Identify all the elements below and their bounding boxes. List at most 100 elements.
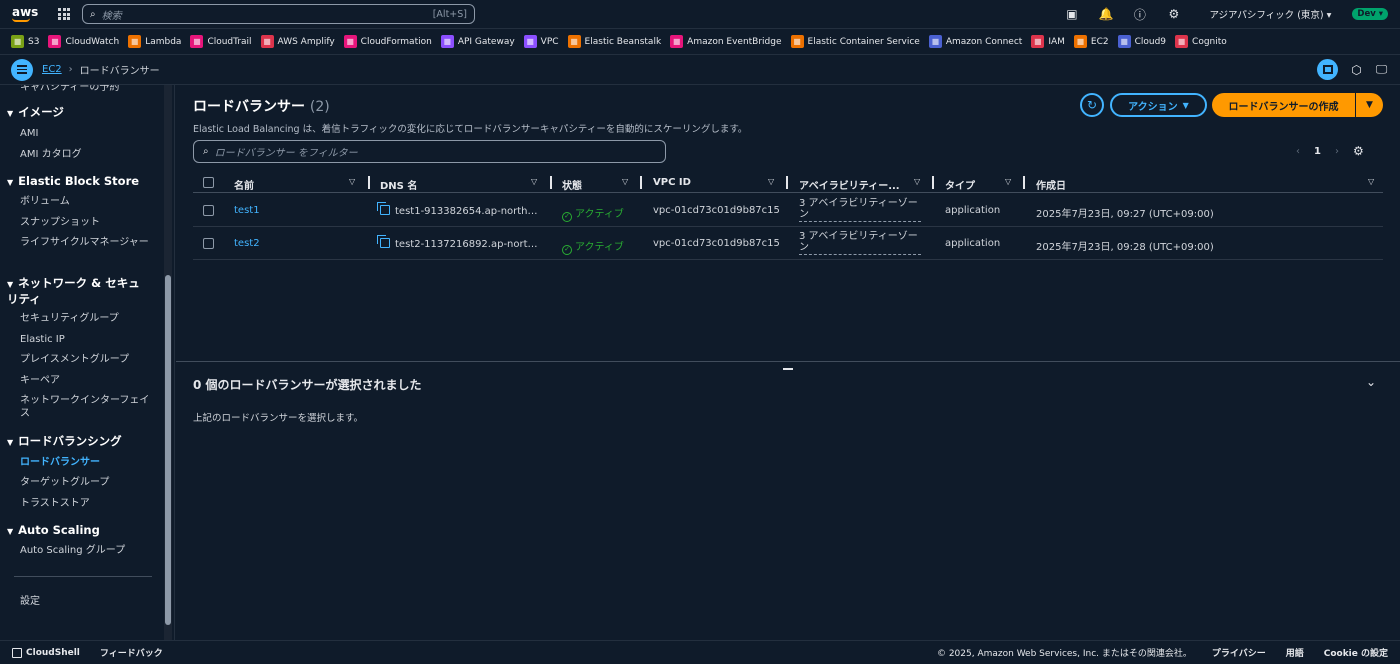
cloudshell-button[interactable]: CloudShell: [12, 647, 80, 658]
sidebar-section-header[interactable]: ▼ Elastic Block Store: [7, 174, 147, 190]
sidebar-item[interactable]: ボリューム: [20, 195, 150, 208]
sort-icon[interactable]: ▽: [531, 177, 537, 186]
favorite-ec2[interactable]: ■ EC2: [1073, 35, 1109, 48]
sidebar-section-header[interactable]: ▼ Auto Scaling: [7, 523, 147, 539]
favorite-iam[interactable]: ■ IAM: [1031, 35, 1065, 48]
favorite-elastic-beanstalk[interactable]: ■ Elastic Beanstalk: [567, 35, 661, 48]
sidebar-item[interactable]: トラストストア: [20, 497, 150, 510]
column-header-vpc[interactable]: VPC ID: [653, 177, 691, 188]
split-panel-handle[interactable]: [783, 368, 793, 370]
chevron-down-icon[interactable]: ⌄: [1366, 375, 1376, 389]
sidebar-item[interactable]: AMI カタログ: [20, 148, 150, 161]
sidebar-scrollbar[interactable]: [164, 85, 172, 640]
copy-icon[interactable]: [377, 202, 390, 215]
sort-icon[interactable]: ▽: [768, 177, 774, 186]
favorite-cloudformation[interactable]: ■ CloudFormation: [343, 35, 432, 48]
region-selector[interactable]: アジアパシフィック (東京) ▾: [1209, 7, 1331, 21]
favorite-cloud9[interactable]: ■ Cloud9: [1117, 35, 1166, 48]
select-all-checkbox[interactable]: [203, 177, 214, 188]
breadcrumb-ec2-link[interactable]: EC2: [42, 64, 62, 75]
sort-icon[interactable]: ▽: [1005, 177, 1011, 186]
sort-icon[interactable]: ▽: [349, 177, 355, 186]
favorite-vpc[interactable]: ■ VPC: [523, 35, 559, 48]
sidebar-section-header[interactable]: ▼ ネットワーク & セキュリティ: [7, 276, 147, 306]
sidebar-item[interactable]: セキュリティグループ: [20, 312, 150, 325]
row-checkbox[interactable]: [203, 238, 214, 249]
hexagon-icon[interactable]: ⬡: [1350, 63, 1363, 77]
sidebar-item[interactable]: AMI: [20, 127, 150, 140]
table-row[interactable]: test2 test2-1137216892.ap-nort… ✓ アクティブ v…: [193, 227, 1383, 260]
cloudshell-icon[interactable]: ▣: [1065, 7, 1078, 21]
cookie-settings-link[interactable]: Cookie の設定: [1324, 646, 1388, 659]
split-panel-divider[interactable]: [176, 361, 1400, 362]
bell-icon[interactable]: 🔔: [1098, 7, 1113, 21]
column-header-az[interactable]: アベイラビリティー...: [799, 177, 900, 192]
favorite-cloudwatch[interactable]: ■ CloudWatch: [48, 35, 119, 48]
actions-button[interactable]: アクション ▼: [1110, 93, 1207, 117]
sidebar-item[interactable]: 設定: [20, 595, 150, 608]
chevron-left-icon[interactable]: ‹: [1296, 146, 1300, 157]
filter-input[interactable]: ⌕ ロードバランサー をフィルター: [193, 140, 666, 163]
column-header-state[interactable]: 状態: [562, 177, 582, 192]
column-divider[interactable]: [368, 176, 370, 189]
help-icon[interactable]: ⓘ: [1133, 8, 1146, 22]
sidebar-item[interactable]: ターゲットグループ: [20, 476, 150, 489]
aws-logo[interactable]: aws: [12, 6, 38, 22]
sidebar-item[interactable]: ロードバランサー: [20, 456, 150, 469]
sort-icon[interactable]: ▽: [1368, 177, 1374, 186]
favorite-cloudtrail[interactable]: ■ CloudTrail: [190, 35, 252, 48]
sidebar-item[interactable]: Elastic IP: [20, 333, 150, 346]
create-dropdown-button[interactable]: ▼: [1356, 93, 1383, 117]
table-settings-gear-icon[interactable]: ⚙: [1353, 144, 1364, 158]
column-header-created[interactable]: 作成日: [1036, 177, 1066, 192]
sidebar-section-header[interactable]: ▼ イメージ: [7, 105, 147, 121]
refresh-button[interactable]: ↻: [1080, 93, 1104, 117]
create-load-balancer-button[interactable]: ロードバランサーの作成: [1212, 93, 1355, 117]
column-divider[interactable]: [932, 176, 934, 189]
column-header-name[interactable]: 名前: [234, 177, 254, 192]
sort-icon[interactable]: ▽: [622, 177, 628, 186]
az-cell[interactable]: 3 アベイラビリティーゾーン: [799, 198, 921, 222]
sort-icon[interactable]: ▽: [914, 177, 920, 186]
copy-icon[interactable]: [377, 235, 390, 248]
sidebar-section-header[interactable]: ▼ ロードバランシング: [7, 434, 147, 450]
row-checkbox[interactable]: [203, 205, 214, 216]
monitor-icon[interactable]: 🖵: [1375, 62, 1388, 76]
column-header-type[interactable]: タイプ: [945, 177, 975, 192]
favorite-amazon-eventbridge[interactable]: ■ Amazon EventBridge: [670, 35, 782, 48]
sidebar-item[interactable]: キーペア: [20, 374, 150, 387]
favorite-cognito[interactable]: ■ Cognito: [1175, 35, 1227, 48]
chevron-right-icon[interactable]: ›: [1335, 146, 1339, 157]
column-divider[interactable]: [550, 176, 552, 189]
page-number[interactable]: 1: [1314, 146, 1321, 157]
sidebar-item[interactable]: Auto Scaling グループ: [20, 544, 150, 557]
terms-link[interactable]: 用語: [1286, 646, 1304, 659]
sidebar-item[interactable]: プレイスメントグループ: [20, 353, 150, 366]
column-divider[interactable]: [640, 176, 642, 189]
az-cell[interactable]: 3 アベイラビリティーゾーン: [799, 231, 921, 255]
favorite-aws-amplify[interactable]: ■ AWS Amplify: [260, 35, 335, 48]
favorite-lambda[interactable]: ■ Lambda: [128, 35, 181, 48]
privacy-link[interactable]: プライバシー: [1212, 646, 1266, 659]
split-panel-icon[interactable]: [1317, 59, 1338, 80]
services-grid-icon[interactable]: [58, 8, 70, 20]
menu-toggle-button[interactable]: [11, 58, 33, 81]
column-header-dns[interactable]: DNS 名: [380, 177, 417, 192]
lb-name-link[interactable]: test2: [234, 238, 260, 249]
table-row[interactable]: test1 test1-913382654.ap-north… ✓ アクティブ v…: [193, 194, 1383, 227]
feedback-link[interactable]: フィードバック: [100, 646, 163, 659]
column-divider[interactable]: [1023, 176, 1025, 189]
favorite-api-gateway[interactable]: ■ API Gateway: [440, 35, 515, 48]
favorite-amazon-connect[interactable]: ■ Amazon Connect: [928, 35, 1022, 48]
sidebar-item[interactable]: スナップショット: [20, 216, 150, 229]
lb-name-link[interactable]: test1: [234, 205, 260, 216]
favorite-s3[interactable]: ■ S3: [11, 35, 39, 48]
gear-icon[interactable]: ⚙: [1167, 7, 1180, 21]
sidebar-item[interactable]: キャパシティーの予約: [20, 85, 150, 94]
sidebar-item[interactable]: ライフサイクルマネージャー: [20, 236, 150, 249]
global-search-input[interactable]: ⌕ 検索 [Alt+S]: [82, 4, 475, 24]
account-badge[interactable]: Dev ▾: [1352, 8, 1388, 20]
favorite-elastic-container-service[interactable]: ■ Elastic Container Service: [790, 35, 920, 48]
sidebar-item[interactable]: ネットワークインターフェイス: [20, 394, 150, 420]
column-divider[interactable]: [786, 176, 788, 189]
